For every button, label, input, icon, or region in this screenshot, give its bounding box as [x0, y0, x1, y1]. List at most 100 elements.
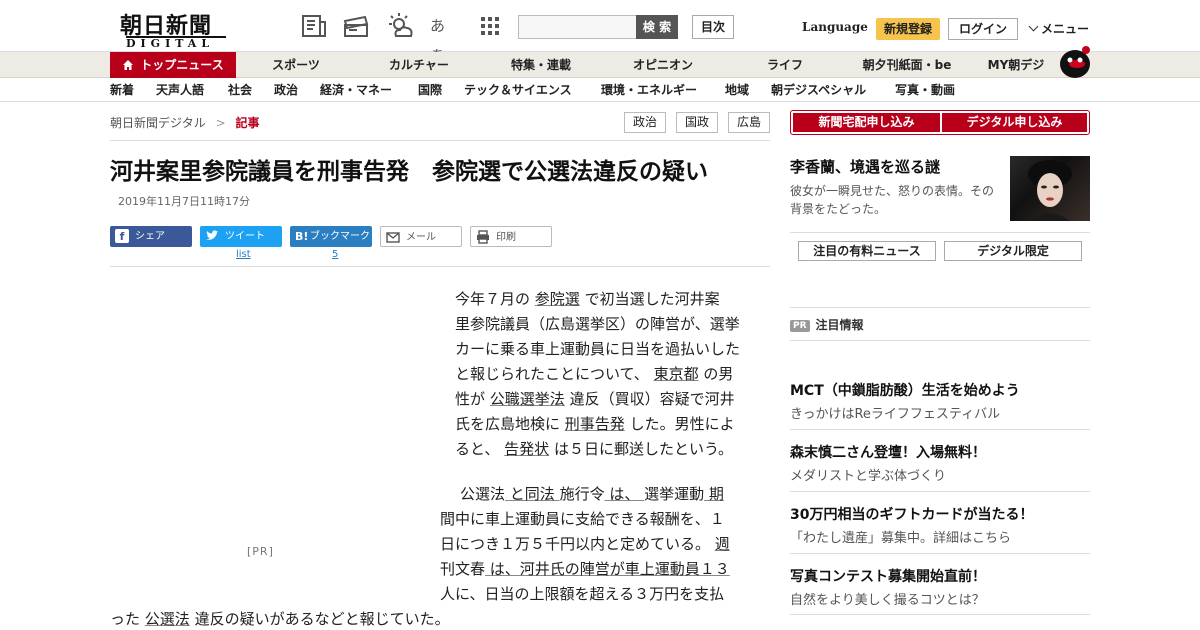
mascot-icon[interactable]	[1056, 44, 1092, 78]
divider	[790, 429, 1090, 430]
article-text: 施行令	[559, 485, 605, 503]
share-mail-label: メール	[406, 232, 436, 243]
nav-tech-science[interactable]: テック＆サイエンス	[464, 78, 572, 102]
share-mail-button[interactable]: メール	[380, 226, 462, 247]
nav-photo-video[interactable]: 写真・動画	[895, 78, 955, 102]
nav-region[interactable]: 地域	[725, 78, 749, 102]
keyword-link[interactable]: 東京都	[654, 365, 699, 383]
toc-button[interactable]: 目次	[692, 15, 734, 39]
article-text-line: と報じられたことについて、 東京都 の男	[440, 362, 752, 387]
share-twitter-label: ツイート	[225, 231, 265, 242]
nav-top-news[interactable]: トップニュース	[110, 52, 236, 78]
newspaper-icon[interactable]	[300, 12, 328, 40]
share-facebook-button[interactable]: f シェア	[110, 226, 192, 247]
tab-digital-only[interactable]: デジタル限定	[944, 241, 1082, 261]
divider	[790, 491, 1090, 492]
tag-hiroshima[interactable]: 広島	[728, 112, 770, 133]
keyword-link[interactable]: 告発状	[504, 440, 549, 458]
article-paragraph-1: 今年７月の 参院選 で初当選した河井案 里参院議員（広島選挙区）の陣営が、選挙 カー…	[440, 287, 752, 462]
keyword-link[interactable]: 公選法	[145, 610, 190, 628]
language-link[interactable]: Language	[802, 20, 868, 34]
ticket-icon[interactable]	[342, 12, 370, 40]
breadcrumb-home[interactable]: 朝日新聞デジタル	[110, 116, 206, 130]
search-input[interactable]	[518, 15, 638, 39]
article-text: 違反の疑いがあるなどと報じていた。	[189, 610, 450, 628]
feature-title[interactable]: 李香蘭、境遇を巡る謎	[790, 156, 940, 177]
feature-description: 彼女が一瞬見せた、怒りの表情。その背景をたどった。	[790, 184, 995, 216]
article-text: の男	[698, 365, 734, 383]
keyword-link[interactable]: と同法	[505, 485, 560, 503]
nav-international[interactable]: 国際	[418, 78, 442, 102]
keyword-link[interactable]: 週	[715, 535, 730, 553]
tab-paid-news[interactable]: 注目の有料ニュース	[798, 241, 936, 261]
nav-latest[interactable]: 新着	[110, 78, 134, 102]
pr-item-subtitle[interactable]: 自然をより美しく撮るコツとは？	[790, 589, 985, 608]
share-twitter-button[interactable]: ツイート	[200, 226, 282, 247]
nav-society[interactable]: 社会	[228, 78, 252, 102]
nav-environment[interactable]: 環境・エネルギー	[601, 78, 697, 102]
keyword-link[interactable]: 期	[704, 485, 724, 503]
article-text-line: 人に、日当の上限額を超える３万円を支払	[440, 582, 724, 607]
article-text-line: ると、 告発状 は５日に郵送したという。	[440, 437, 752, 462]
font-size-icon[interactable]: あぁ	[430, 12, 458, 63]
article-timestamp: 2019年11月7日11時17分	[118, 195, 250, 208]
keyword-link[interactable]: 公職選挙法	[490, 390, 565, 408]
ad-pr-label: [PR]	[247, 545, 274, 558]
search-button[interactable]: 検 索	[636, 15, 678, 39]
nav-opinion[interactable]: オピニオン	[618, 52, 708, 78]
article-text-line: 間中に車上運動員に支給できる報酬を、１	[440, 507, 725, 532]
nav-sports[interactable]: スポーツ	[256, 52, 336, 78]
asahi-digital-logo[interactable]: 朝日新聞 DIGITAL	[116, 8, 232, 50]
share-print-label: 印刷	[496, 232, 516, 243]
keyword-link[interactable]: 参院選	[535, 290, 580, 308]
nav-paper[interactable]: 朝夕刊紙面・be	[854, 52, 960, 78]
facebook-icon: f	[115, 229, 129, 243]
menu-button[interactable]: メニュー	[1028, 20, 1089, 37]
divider	[790, 553, 1090, 554]
pr-item-title[interactable]: MCT（中鎖脂肪酸）生活を始めよう	[790, 380, 1020, 400]
pr-item-subtitle[interactable]: きっかけはReライフフェスティバル	[790, 403, 1000, 422]
article-text: 間中に車上運動員に支給できる報酬を、１	[440, 510, 725, 528]
tag-politics[interactable]: 政治	[624, 112, 666, 133]
article-text: した。男性によ	[624, 415, 735, 433]
article-text-line: 日につき１万５千円以内と定めている。 週	[440, 532, 730, 557]
nav-my-asadigi[interactable]: MY朝デジ	[980, 52, 1052, 78]
pr-heading-label: 注目情報	[815, 318, 864, 332]
nav-life[interactable]: ライフ	[750, 52, 820, 78]
register-button[interactable]: 新規登録	[876, 18, 940, 40]
primary-nav: トップニュース スポーツ カルチャー 特集・連載 オピニオン ライフ 朝夕刊紙面…	[0, 46, 1200, 78]
twitter-list-link[interactable]: list	[236, 249, 251, 260]
feature-photo[interactable]	[1010, 156, 1090, 221]
apps-grid-icon[interactable]	[476, 12, 504, 40]
nav-tensei-jingo[interactable]: 天声人語	[156, 78, 204, 102]
tag-national-politics[interactable]: 国政	[676, 112, 718, 133]
pr-item-title[interactable]: 30万円相当のギフトカードが当たる！	[790, 504, 1033, 524]
article-text: 性が	[455, 390, 490, 408]
nav-features[interactable]: 特集・連載	[496, 52, 586, 78]
pr-item-title[interactable]: 森末慎二さん登壇！入場無料！	[790, 442, 986, 462]
nav-economy[interactable]: 経済・マネー	[320, 78, 392, 102]
article-text: 公選法	[460, 485, 506, 503]
weather-icon[interactable]	[386, 12, 414, 40]
nav-special[interactable]: 朝デジスペシャル	[771, 78, 866, 102]
nav-politics[interactable]: 政治	[274, 78, 298, 102]
pr-item-subtitle[interactable]: 「わたし遺産」募集中。詳細はこちら	[790, 527, 1011, 546]
share-hatena-button[interactable]: B! ブックマーク	[290, 226, 372, 247]
nav-culture[interactable]: カルチャー	[374, 52, 464, 78]
article-text-line: 刊文春 は、河井氏の陣営が車上運動員１３	[440, 557, 730, 582]
pr-heading: PR 注目情報	[790, 316, 864, 333]
chevron-down-icon	[1028, 21, 1039, 32]
hatena-count-link[interactable]: 5	[332, 249, 338, 260]
keyword-link[interactable]: は、	[605, 485, 645, 503]
keyword-link[interactable]: は、河井氏の陣営が車上運動員１３	[485, 560, 730, 578]
mail-icon	[386, 230, 400, 244]
article-text-line: カーに乗る車上運動員に日当を過払いした	[440, 337, 752, 362]
pr-item-title[interactable]: 写真コンテスト募集開始直前！	[790, 566, 986, 586]
keyword-link[interactable]: 刑事告発	[565, 415, 625, 433]
login-button[interactable]: ログイン	[948, 18, 1018, 40]
apply-newspaper-button[interactable]: 新聞宅配申し込み	[793, 113, 940, 132]
article-text: 今年７月の	[455, 290, 535, 308]
pr-item-subtitle[interactable]: メダリストと学ぶ体づくり	[790, 465, 946, 484]
share-print-button[interactable]: 印刷	[470, 226, 552, 247]
apply-digital-button[interactable]: デジタル申し込み	[942, 113, 1087, 132]
